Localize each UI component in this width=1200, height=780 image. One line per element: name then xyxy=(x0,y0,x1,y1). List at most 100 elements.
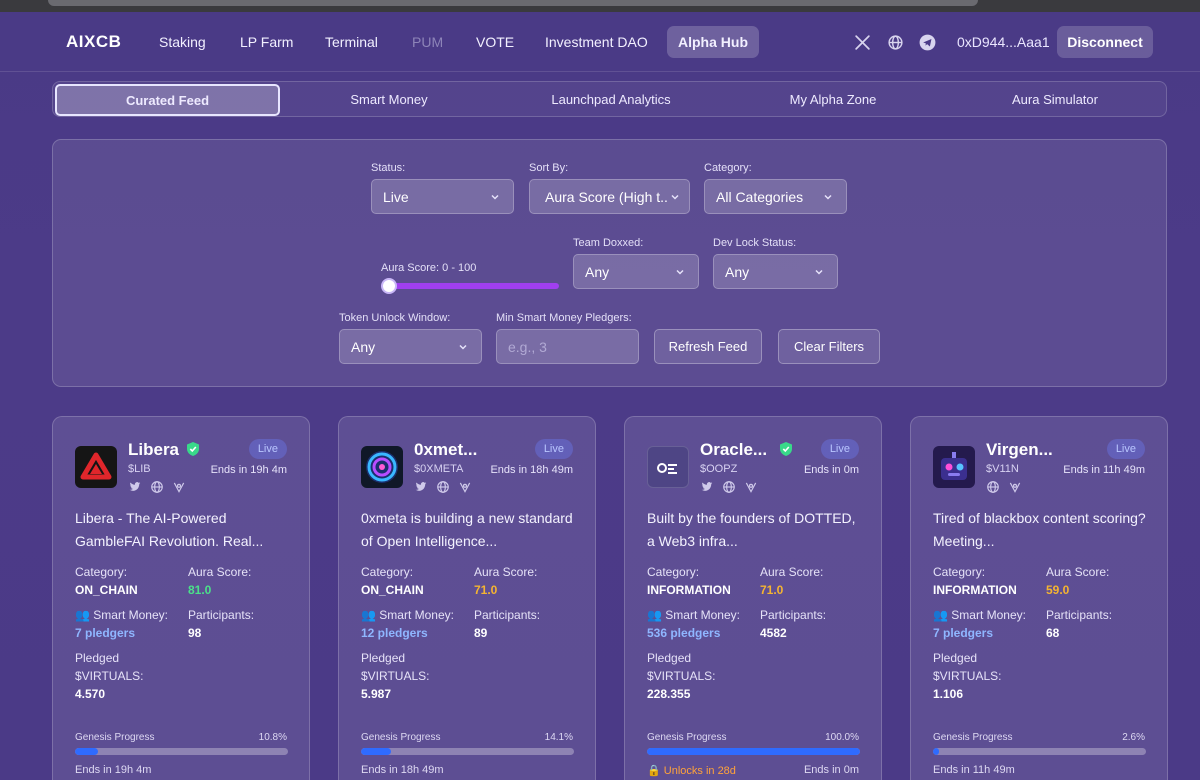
status-select-value: Live xyxy=(383,188,409,205)
aura-score-value: 71.0 xyxy=(760,583,784,597)
participants-value: 89 xyxy=(474,626,488,640)
globe-icon[interactable] xyxy=(722,480,736,494)
participants-value: 4582 xyxy=(760,626,787,640)
tab-curated-feed[interactable]: Curated Feed xyxy=(55,84,280,116)
globe-icon[interactable] xyxy=(150,480,164,494)
telegram-icon[interactable] xyxy=(917,32,937,52)
aura-score-label: Aura Score: xyxy=(474,565,538,579)
status-badge: Live xyxy=(820,439,859,459)
pledged-label: Pledged xyxy=(361,651,406,665)
status-select[interactable]: Live xyxy=(371,179,514,214)
genesis-progress-fill xyxy=(361,748,392,755)
project-description: 0xmeta is building a new standard of Ope… xyxy=(361,510,573,549)
pledged-unit-label: $VIRTUALS: xyxy=(75,669,144,683)
project-ticker: $LIB xyxy=(128,463,151,475)
footer-ends-in: Ends in 18h 49m xyxy=(361,764,444,776)
pledgers-link[interactable]: 7 pledgers xyxy=(75,626,135,640)
nav-staking[interactable]: Staking xyxy=(159,34,206,50)
genesis-progress-fill xyxy=(647,748,860,755)
tab-launchpad-analytics[interactable]: Launchpad Analytics xyxy=(500,82,722,116)
pledgers-link[interactable]: 12 pledgers xyxy=(361,626,428,640)
pledged-label: Pledged xyxy=(75,651,120,665)
pledged-label: Pledged xyxy=(647,651,692,665)
min-pledgers-input[interactable] xyxy=(496,329,639,364)
twitter-icon[interactable] xyxy=(700,480,714,493)
genesis-progress-label: Genesis Progress xyxy=(933,732,1013,743)
genesis-progress-label: Genesis Progress xyxy=(361,732,441,743)
genesis-progress-bar xyxy=(361,748,574,755)
project-description: Built by the founders of DOTTED, a Web3 … xyxy=(647,510,856,549)
category-label: Category: xyxy=(361,565,414,579)
project-card-libera[interactable]: Libera Live $LIB Ends in 19h 4m Libera -… xyxy=(52,416,310,780)
pledgers-link[interactable]: 7 pledgers xyxy=(933,626,993,640)
refresh-feed-button[interactable]: Refresh Feed xyxy=(654,329,762,364)
tab-aura-simulator[interactable]: Aura Simulator xyxy=(944,82,1166,116)
footer-ends-in: Ends in 11h 49m xyxy=(933,764,1015,776)
project-name[interactable]: 0xmet... xyxy=(414,440,477,460)
genesis-progress-label: Genesis Progress xyxy=(647,732,727,743)
aura-score-slider-thumb[interactable] xyxy=(381,278,397,294)
team-doxxed-select[interactable]: Any xyxy=(573,254,699,289)
tab-smart-money[interactable]: Smart Money xyxy=(278,82,500,116)
nav-vote[interactable]: VOTE xyxy=(476,34,514,50)
browser-top-strip xyxy=(0,0,1200,12)
tab-my-alpha-zone[interactable]: My Alpha Zone xyxy=(722,82,944,116)
genesis-progress-bar xyxy=(75,748,288,755)
browser-url-bar[interactable] xyxy=(48,0,978,6)
clear-filters-button[interactable]: Clear Filters xyxy=(778,329,880,364)
project-card-oracle[interactable]: Oracle... Live $OOPZ Ends in 0m Built by… xyxy=(624,416,882,780)
team-doxxed-label: Team Doxxed: xyxy=(573,237,644,249)
pledged-unit-label: $VIRTUALS: xyxy=(647,669,716,683)
virtuals-icon[interactable] xyxy=(458,480,472,494)
status-badge: Live xyxy=(534,439,573,459)
virtuals-icon[interactable] xyxy=(1008,480,1022,494)
chevron-down-icon xyxy=(671,194,679,200)
verified-shield-icon xyxy=(187,442,199,456)
token-unlock-select[interactable]: Any xyxy=(339,329,482,364)
globe-icon[interactable] xyxy=(986,480,1000,494)
project-card-virgen[interactable]: Virgen... Live $V11N Ends in 11h 49m Tir… xyxy=(910,416,1168,780)
dev-lock-select[interactable]: Any xyxy=(713,254,838,289)
project-ticker: $V11N xyxy=(986,463,1019,475)
project-name[interactable]: Virgen... xyxy=(986,440,1053,460)
x-icon[interactable] xyxy=(852,32,872,52)
people-icon: 👥 xyxy=(647,608,662,622)
smart-money-label: 👥 Smart Money: xyxy=(75,608,168,622)
nav-terminal[interactable]: Terminal xyxy=(325,34,378,50)
ends-in-text: Ends in 19h 4m xyxy=(210,464,287,476)
project-ticker: $0XMETA xyxy=(414,463,464,475)
status-filter-label: Status: xyxy=(371,162,406,174)
virtuals-icon[interactable] xyxy=(172,480,186,494)
pledged-value: 4.570 xyxy=(75,687,106,701)
nav-lp-farm[interactable]: LP Farm xyxy=(240,34,293,50)
people-icon: 👥 xyxy=(933,608,948,622)
project-card-0xmeta[interactable]: 0xmet... Live $0XMETA Ends in 18h 49m 0x… xyxy=(338,416,596,780)
globe-icon[interactable] xyxy=(885,32,905,52)
pledgers-link[interactable]: 536 pledgers xyxy=(647,626,720,640)
participants-label: Participants: xyxy=(760,608,827,622)
twitter-icon[interactable] xyxy=(128,480,142,493)
project-name[interactable]: Oracle... xyxy=(700,440,767,460)
nav-alpha-hub[interactable]: Alpha Hub xyxy=(667,26,759,58)
participants-label: Participants: xyxy=(188,608,255,622)
twitter-icon[interactable] xyxy=(414,480,428,493)
disconnect-button[interactable]: Disconnect xyxy=(1057,26,1153,58)
nav-pum[interactable]: PUM xyxy=(412,34,443,50)
nav-investment-dao[interactable]: Investment DAO xyxy=(545,34,648,50)
genesis-progress-bar xyxy=(647,748,860,755)
wallet-address[interactable]: 0xD944...Aaa1 xyxy=(957,34,1050,50)
footer-ends-in: Ends in 0m xyxy=(803,764,859,776)
virtuals-icon[interactable] xyxy=(744,480,758,494)
category-select[interactable]: All Categories xyxy=(704,179,847,214)
participants-label: Participants: xyxy=(474,608,541,622)
sort-select[interactable]: Aura Score (High t... xyxy=(529,179,690,214)
genesis-progress-label: Genesis Progress xyxy=(75,732,155,743)
category-label: Category: xyxy=(647,565,700,579)
globe-icon[interactable] xyxy=(436,480,450,494)
unlock-countdown: 🔒 Unlocks in 28d xyxy=(647,765,736,777)
project-name[interactable]: Libera xyxy=(128,440,179,460)
logo[interactable]: AIXCB xyxy=(66,32,121,52)
aura-score-label: Aura Score: xyxy=(760,565,824,579)
aura-score-label: Aura Score: xyxy=(188,565,252,579)
aura-score-slider-track[interactable] xyxy=(381,283,559,289)
